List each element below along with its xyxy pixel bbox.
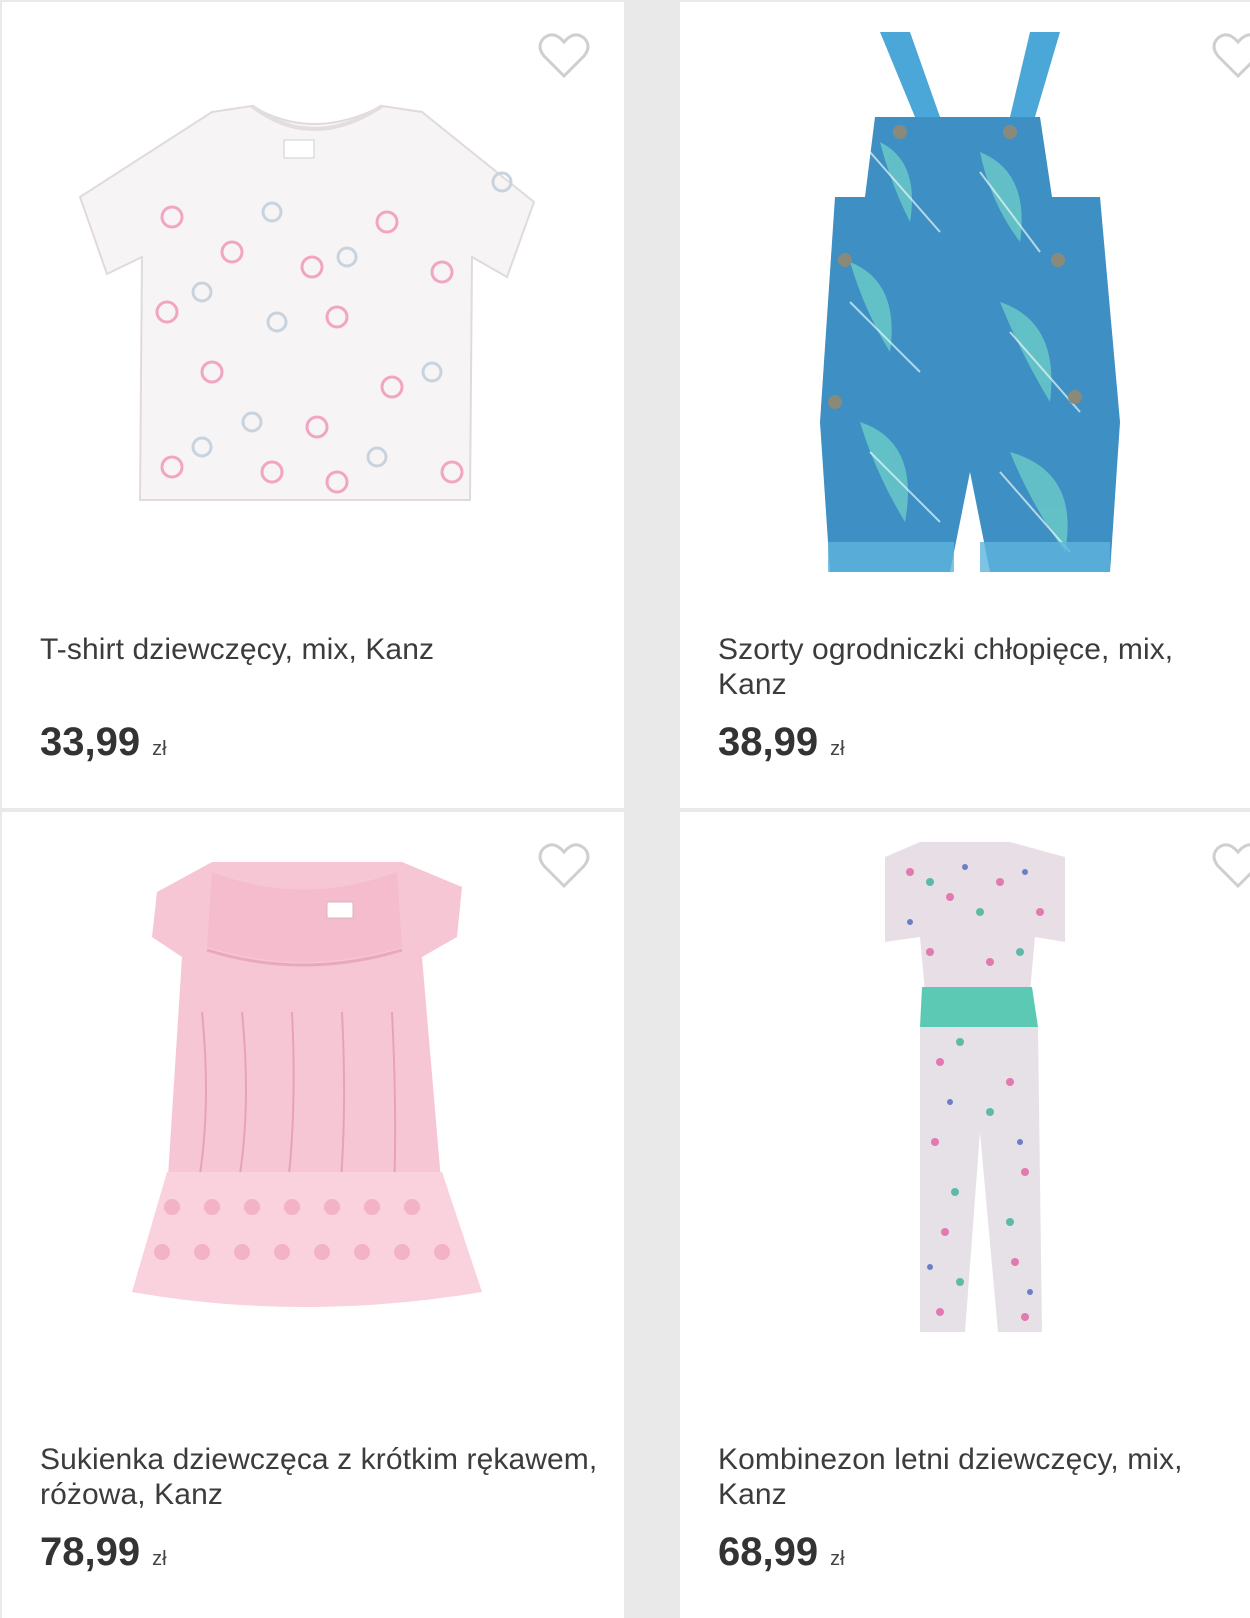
product-image[interactable] <box>2 812 624 1412</box>
favorite-heart-icon[interactable] <box>538 32 590 80</box>
favorite-heart-icon[interactable] <box>1212 32 1250 80</box>
product-card[interactable]: Szorty ogrodniczki chłopięce, mix, Kanz … <box>680 2 1250 808</box>
price-amount: 68,99 <box>718 1530 819 1574</box>
price-amount: 38,99 <box>718 720 819 764</box>
price-amount: 33,99 <box>40 720 141 764</box>
product-title[interactable]: T-shirt dziewczęcy, mix, Kanz <box>40 632 614 667</box>
product-image[interactable] <box>680 812 1250 1412</box>
product-price: 38,99 zł <box>718 720 845 765</box>
product-title[interactable]: Kombinezon letni dziewczęcy, mix, Kanz <box>718 1442 1250 1512</box>
favorite-heart-icon[interactable] <box>538 842 590 890</box>
product-price: 33,99 zł <box>40 720 167 765</box>
product-image[interactable] <box>680 2 1250 602</box>
product-image[interactable] <box>2 2 624 602</box>
price-amount: 78,99 <box>40 1530 141 1574</box>
product-card[interactable]: T-shirt dziewczęcy, mix, Kanz 33,99 zł <box>2 2 624 808</box>
favorite-heart-icon[interactable] <box>1212 842 1250 890</box>
price-currency: zł <box>152 1548 167 1570</box>
product-price: 78,99 zł <box>40 1530 167 1575</box>
product-title[interactable]: Szorty ogrodniczki chłopięce, mix, Kanz <box>718 632 1250 702</box>
price-currency: zł <box>152 738 167 760</box>
product-card[interactable]: Kombinezon letni dziewczęcy, mix, Kanz 6… <box>680 812 1250 1618</box>
product-grid: T-shirt dziewczęcy, mix, Kanz 33,99 zł S… <box>0 0 1250 1618</box>
product-price: 68,99 zł <box>718 1530 845 1575</box>
product-card[interactable]: Sukienka dziewczęca z krótkim rękawem, r… <box>2 812 624 1618</box>
price-currency: zł <box>830 1548 845 1570</box>
product-title[interactable]: Sukienka dziewczęca z krótkim rękawem, r… <box>40 1442 614 1512</box>
price-currency: zł <box>830 738 845 760</box>
